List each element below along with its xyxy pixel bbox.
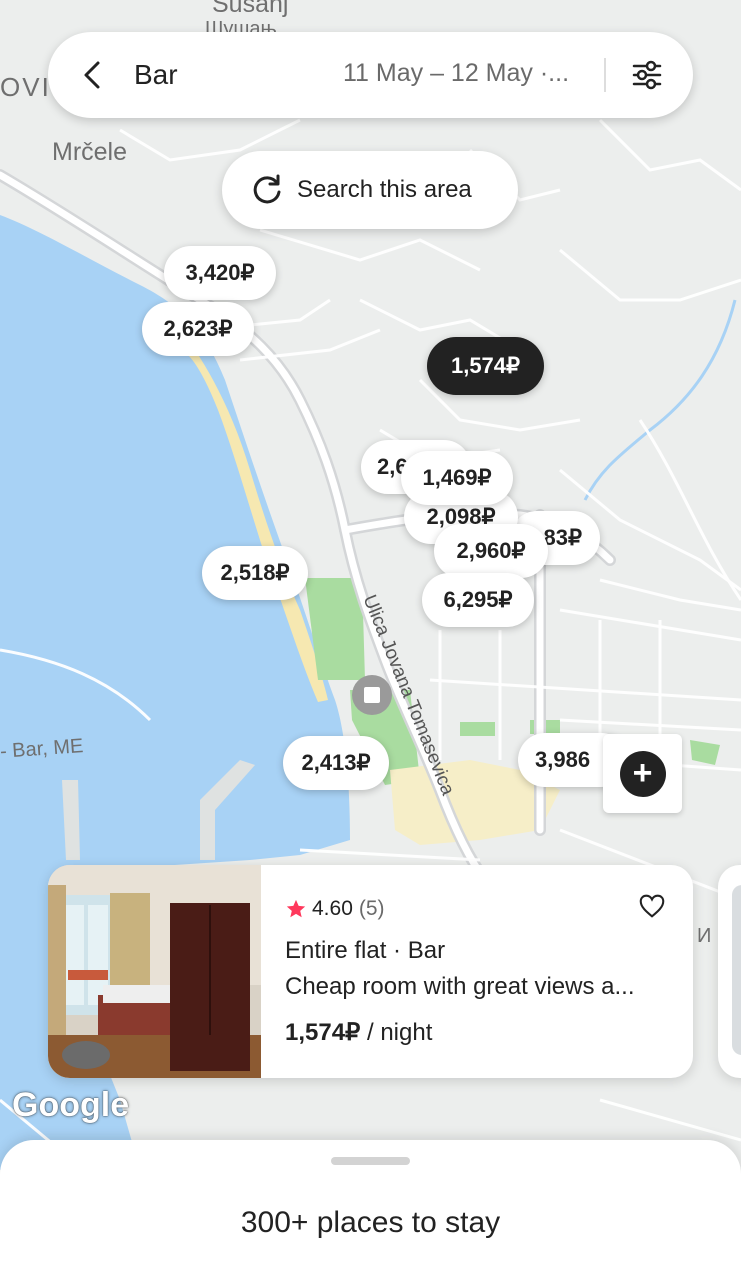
price-value: 1,574₽ xyxy=(285,1019,361,1046)
bottom-sheet[interactable]: 300+ places to stay xyxy=(0,1140,741,1280)
plus-icon: + xyxy=(619,750,666,797)
listing-title: Cheap room with great views a... xyxy=(285,973,635,1000)
zoom-in-button[interactable]: + xyxy=(603,734,682,813)
price-pin[interactable]: 2,413₽ xyxy=(283,736,389,790)
price-pin[interactable]: 2,960₽ xyxy=(434,524,548,578)
price-unit: / night xyxy=(360,1019,433,1046)
filter-sliders-icon xyxy=(632,60,662,90)
filters-button[interactable] xyxy=(626,54,668,96)
map-label-left-edge: OVI xyxy=(0,72,51,102)
price-pin[interactable]: 2,623₽ xyxy=(142,302,254,356)
map-label-susanj: Susanj xyxy=(212,0,289,18)
next-listing-card-peek[interactable] xyxy=(718,865,741,1078)
search-this-area-label: Search this area xyxy=(297,176,472,203)
price-pin-selected[interactable]: 1,574₽ xyxy=(427,337,544,395)
listing-rating: 4.60 (5) xyxy=(285,897,385,921)
rating-value: 4.60 xyxy=(312,897,353,920)
map-label-mrcele: Mrčele xyxy=(52,138,128,166)
chevron-left-icon xyxy=(84,61,100,89)
attraction-marker-icon xyxy=(352,675,392,715)
listing-price: 1,574₽ / night xyxy=(285,1018,432,1047)
results-count: 300+ places to stay xyxy=(240,1206,501,1239)
heart-icon[interactable] xyxy=(637,891,667,921)
price-pin[interactable]: 2,518₽ xyxy=(202,546,308,600)
listing-type: Entire flat · Bar xyxy=(285,937,446,964)
review-count: (5) xyxy=(358,897,385,920)
price-pin[interactable]: 6,295₽ xyxy=(422,573,534,627)
map-label-right-edge: И xyxy=(697,925,712,947)
sheet-handle[interactable] xyxy=(331,1157,410,1165)
listing-photo[interactable] xyxy=(48,865,261,1078)
price-pin[interactable]: 1,469₽ xyxy=(401,451,513,505)
back-button[interactable] xyxy=(72,55,112,95)
price-pin[interactable]: 3,420₽ xyxy=(164,246,276,300)
search-location[interactable]: Bar xyxy=(134,59,178,91)
listing-card[interactable]: 4.60 (5) Entire flat · Bar Cheap room wi… xyxy=(48,865,693,1078)
search-this-area-button[interactable]: Search this area xyxy=(222,151,518,229)
star-icon xyxy=(286,899,306,918)
google-logo: Google xyxy=(12,1086,130,1124)
refresh-icon xyxy=(250,173,284,207)
search-bar[interactable]: Bar 11 May – 12 May ·... xyxy=(48,32,693,118)
divider xyxy=(604,58,606,92)
search-dates[interactable]: 11 May – 12 May ·... xyxy=(343,59,569,88)
